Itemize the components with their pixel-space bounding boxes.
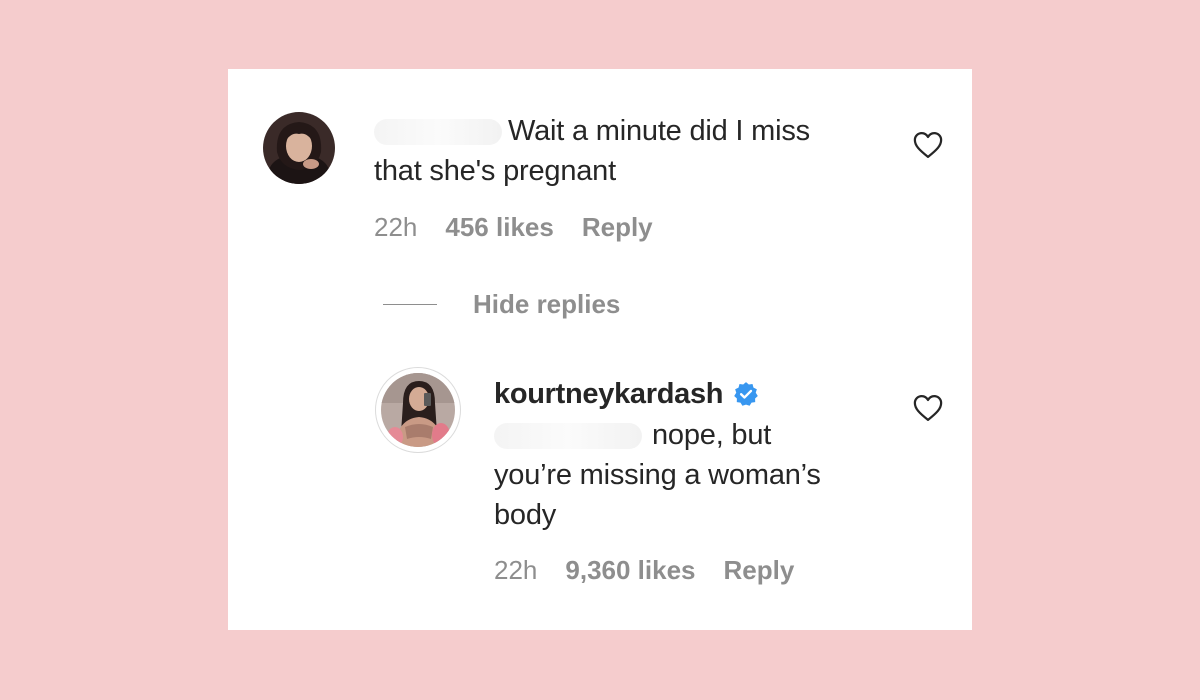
redacted-mention bbox=[494, 423, 642, 450]
reply-text-line-2: you’re missing a woman’s bbox=[494, 459, 821, 491]
comment-meta: 22h 456 likes Reply bbox=[374, 209, 653, 245]
reply-reply-button[interactable]: Reply bbox=[724, 555, 795, 586]
reply-text: nope, but you’re missing a woman’s body bbox=[494, 415, 914, 535]
comment-card: Wait a minute did I miss that she's preg… bbox=[228, 69, 972, 630]
reply-avatar[interactable] bbox=[375, 367, 461, 453]
comment-likes[interactable]: 456 likes bbox=[445, 212, 553, 243]
hide-replies-button[interactable]: Hide replies bbox=[383, 286, 620, 322]
hide-replies-label: Hide replies bbox=[473, 288, 621, 319]
redacted-username bbox=[374, 119, 502, 146]
reply-username[interactable]: kourtneykardash bbox=[494, 378, 724, 411]
commenter-avatar-image bbox=[263, 112, 335, 184]
reply-text-line-3: body bbox=[494, 499, 557, 531]
hide-replies-divider bbox=[383, 303, 437, 305]
like-heart-icon[interactable] bbox=[913, 131, 943, 159]
reply-like-heart-icon[interactable] bbox=[913, 394, 943, 422]
comment-time: 22h bbox=[374, 211, 418, 242]
reply-likes[interactable]: 9,360 likes bbox=[565, 555, 695, 586]
comment-text-line-1: Wait a minute did I miss bbox=[508, 115, 810, 147]
reply-avatar-image bbox=[381, 373, 455, 447]
reply-username-row: kourtneykardash bbox=[494, 374, 759, 414]
commenter-avatar[interactable] bbox=[263, 112, 335, 184]
reply-meta: 22h 9,360 likes Reply bbox=[494, 552, 794, 588]
comment-reply-button[interactable]: Reply bbox=[582, 212, 653, 243]
verified-badge-icon bbox=[734, 382, 759, 406]
comment-text: Wait a minute did I miss that she's preg… bbox=[374, 111, 894, 191]
reply-time: 22h bbox=[494, 554, 538, 585]
reply-text-line-1: nope, but bbox=[652, 419, 772, 451]
comment-text-line-2: that she's pregnant bbox=[374, 155, 616, 187]
